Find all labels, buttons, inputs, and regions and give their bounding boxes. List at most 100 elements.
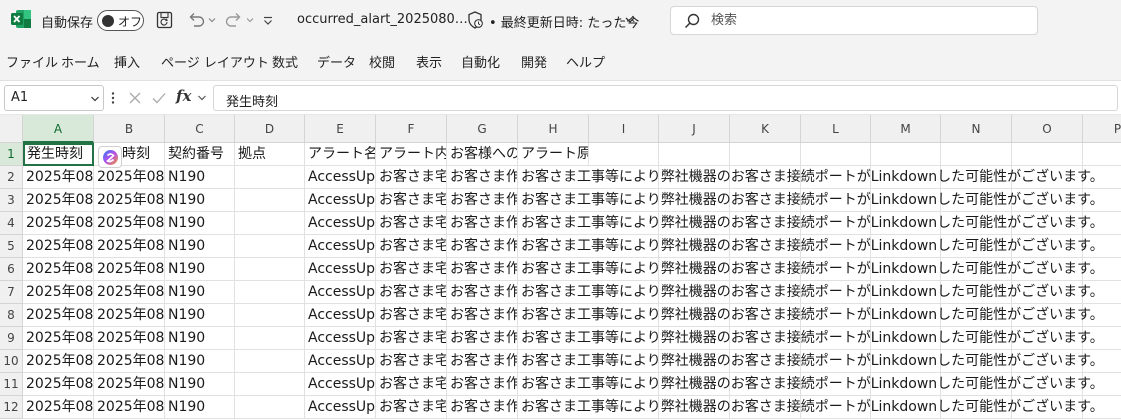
cell-h1[interactable]: アラート原因 [518, 143, 589, 166]
cell-b12[interactable]: 2025年08月 [94, 396, 165, 419]
autosave-toggle[interactable]: オフ [97, 10, 144, 31]
cell-f12[interactable]: お客さま宅 [376, 396, 447, 419]
row-header-10[interactable]: 10 [0, 350, 23, 373]
cell-p1[interactable] [1083, 143, 1121, 166]
row-header-9[interactable]: 9 [0, 327, 23, 350]
column-header-d[interactable]: D [235, 115, 305, 143]
cell-c11[interactable]: N190 [165, 373, 235, 396]
cell-d9[interactable] [235, 327, 305, 350]
cell-e5[interactable]: AccessUp [305, 235, 376, 258]
document-filename[interactable]: occurred_alart_2025080… [297, 12, 468, 27]
column-header-g[interactable]: G [447, 115, 518, 143]
cell-b11[interactable]: 2025年08月 [94, 373, 165, 396]
search-box[interactable] [670, 6, 1038, 35]
more-options-icon[interactable] [108, 90, 118, 106]
row-header-8[interactable]: 8 [0, 304, 23, 327]
row-header-7[interactable]: 7 [0, 281, 23, 304]
tab-view[interactable]: 表示 [416, 52, 442, 71]
column-header-c[interactable]: C [165, 115, 235, 143]
cell-f6[interactable]: お客さま宅 [376, 258, 447, 281]
cell-c3[interactable]: N190 [165, 189, 235, 212]
cell-b9[interactable]: 2025年08月 [94, 327, 165, 350]
cell-a5[interactable]: 2025年08月 [23, 235, 94, 258]
tab-home[interactable]: ホーム [61, 52, 100, 71]
cell-b8[interactable]: 2025年08月 [94, 304, 165, 327]
column-header-m[interactable]: M [871, 115, 941, 143]
cell-a2[interactable]: 2025年08月 [23, 166, 94, 189]
cell-d2[interactable] [235, 166, 305, 189]
cell-g1[interactable]: お客様への [447, 143, 518, 166]
save-icon[interactable] [155, 9, 175, 31]
row-header-4[interactable]: 4 [0, 212, 23, 235]
cell-d8[interactable] [235, 304, 305, 327]
cell-n1[interactable] [941, 143, 1012, 166]
cell-f11[interactable]: お客さま宅 [376, 373, 447, 396]
redo-dropdown-icon[interactable] [245, 9, 255, 31]
cell-f10[interactable]: お客さま宅 [376, 350, 447, 373]
formula-input[interactable]: 発生時刻 [213, 85, 1118, 111]
cell-g7[interactable]: お客さま作 [447, 281, 518, 304]
last-modified-status[interactable]: • 最終更新日時: たった今 [489, 12, 639, 31]
cell-e7[interactable]: AccessUp [305, 281, 376, 304]
cell-f7[interactable]: お客さま宅 [376, 281, 447, 304]
row-header-12[interactable]: 12 [0, 396, 23, 419]
cell-g12[interactable]: お客さま作 [447, 396, 518, 419]
cell-h11[interactable]: お客さま工事等により弊社機器のお客さま接続ポートがLinkdownした可能性がご… [518, 373, 1104, 396]
cell-a9[interactable]: 2025年08月 [23, 327, 94, 350]
column-header-h[interactable]: H [518, 115, 589, 143]
cell-b4[interactable]: 2025年08月 [94, 212, 165, 235]
cell-d12[interactable] [235, 396, 305, 419]
column-header-b[interactable]: B [94, 115, 165, 143]
cell-h9[interactable]: お客さま工事等により弊社機器のお客さま接続ポートがLinkdownした可能性がご… [518, 327, 1104, 350]
cell-c1[interactable]: 契約番号 [165, 143, 235, 166]
copilot-icon[interactable] [98, 146, 122, 168]
row-header-2[interactable]: 2 [0, 166, 23, 189]
cell-b3[interactable]: 2025年08月 [94, 189, 165, 212]
chevron-down-icon[interactable] [90, 94, 100, 104]
row-header-6[interactable]: 6 [0, 258, 23, 281]
cell-g6[interactable]: お客さま作 [447, 258, 518, 281]
tab-insert[interactable]: 挿入 [114, 52, 140, 71]
cell-b6[interactable]: 2025年08月 [94, 258, 165, 281]
tab-review[interactable]: 校閲 [369, 52, 395, 71]
cell-a3[interactable]: 2025年08月 [23, 189, 94, 212]
cell-g2[interactable]: お客さま作 [447, 166, 518, 189]
column-header-k[interactable]: K [730, 115, 801, 143]
cell-g3[interactable]: お客さま作 [447, 189, 518, 212]
row-header-5[interactable]: 5 [0, 235, 23, 258]
cell-f5[interactable]: お客さま宅 [376, 235, 447, 258]
column-header-e[interactable]: E [305, 115, 376, 143]
tab-file[interactable]: ファイル [6, 52, 58, 71]
cell-a7[interactable]: 2025年08月 [23, 281, 94, 304]
cell-c12[interactable]: N190 [165, 396, 235, 419]
cell-e9[interactable]: AccessUp [305, 327, 376, 350]
cell-f1[interactable]: アラート内 [376, 143, 447, 166]
cell-b2[interactable]: 2025年08月 [94, 166, 165, 189]
column-header-i[interactable]: I [589, 115, 659, 143]
column-header-a[interactable]: A [23, 115, 94, 143]
cell-a8[interactable]: 2025年08月 [23, 304, 94, 327]
cell-h7[interactable]: お客さま工事等により弊社機器のお客さま接続ポートがLinkdownした可能性がご… [518, 281, 1104, 304]
tab-page-layout[interactable]: ページ レイアウト [161, 52, 269, 71]
cell-h12[interactable]: お客さま工事等により弊社機器のお客さま接続ポートがLinkdownした可能性がご… [518, 396, 1104, 419]
redo-icon[interactable] [223, 9, 245, 31]
tab-developer[interactable]: 開発 [521, 52, 547, 71]
cell-o1[interactable] [1012, 143, 1083, 166]
column-header-l[interactable]: L [801, 115, 871, 143]
column-header-f[interactable]: F [376, 115, 447, 143]
cell-h6[interactable]: お客さま工事等により弊社機器のお客さま接続ポートがLinkdownした可能性がご… [518, 258, 1104, 281]
column-header-p[interactable]: P [1083, 115, 1121, 143]
cell-b5[interactable]: 2025年08月 [94, 235, 165, 258]
column-header-n[interactable]: N [941, 115, 1012, 143]
cell-d3[interactable] [235, 189, 305, 212]
cell-a1[interactable]: 発生時刻 [23, 143, 94, 166]
cell-e4[interactable]: AccessUp [305, 212, 376, 235]
cell-h2[interactable]: お客さま工事等により弊社機器のお客さま接続ポートがLinkdownした可能性がご… [518, 166, 1104, 189]
excel-app-icon[interactable] [10, 9, 32, 29]
cell-c10[interactable]: N190 [165, 350, 235, 373]
cell-d7[interactable] [235, 281, 305, 304]
cell-a4[interactable]: 2025年08月 [23, 212, 94, 235]
cell-e1[interactable]: アラート名 [305, 143, 376, 166]
customize-toolbar-icon[interactable] [261, 9, 275, 31]
cell-g4[interactable]: お客さま作 [447, 212, 518, 235]
